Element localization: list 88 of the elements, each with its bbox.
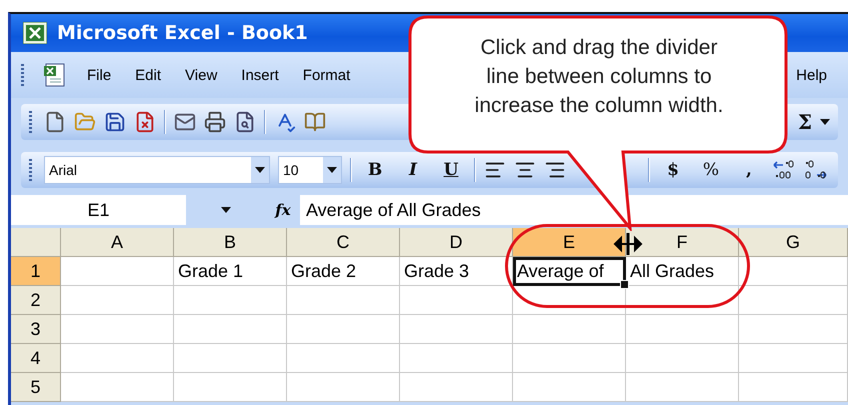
column-header[interactable]: G	[739, 228, 848, 257]
autosum-button[interactable]: Σ	[798, 110, 812, 134]
underline-button[interactable]: U	[436, 157, 466, 183]
column-header[interactable]: A	[61, 228, 174, 257]
table-cell[interactable]	[287, 344, 400, 373]
menu-item[interactable]: Edit	[130, 62, 166, 88]
dropdown-icon[interactable]	[327, 167, 337, 173]
menu-item[interactable]: File	[82, 62, 116, 88]
column-header[interactable]: D	[400, 228, 513, 257]
table-cell[interactable]	[513, 286, 626, 315]
column-header[interactable]: B	[174, 228, 287, 257]
permission-icon[interactable]	[134, 111, 156, 133]
table-cell[interactable]	[513, 344, 626, 373]
table-cell[interactable]	[61, 373, 174, 402]
research-icon[interactable]	[304, 111, 326, 133]
spreadsheet-app-icon	[23, 22, 47, 44]
callout-text: Click and drag the divider line between columns to increase the column width.	[474, 35, 724, 119]
new-icon[interactable]	[44, 111, 66, 133]
table-cell[interactable]	[287, 373, 400, 402]
function-button[interactable]: fx	[266, 201, 300, 219]
cell-text: All Grades	[630, 260, 714, 282]
table-cell[interactable]: Grade 1	[174, 257, 287, 286]
save-icon[interactable]	[104, 111, 126, 133]
decrease-decimal-icon[interactable]	[804, 159, 828, 181]
select-all-corner[interactable]	[11, 228, 61, 257]
table-cell[interactable]	[626, 315, 739, 344]
table-cell[interactable]	[174, 286, 287, 315]
window-title: Microsoft Excel - Book1	[57, 22, 308, 44]
menu-item[interactable]: Insert	[236, 62, 284, 88]
menu-item[interactable]: View	[180, 62, 222, 88]
table-cell[interactable]	[400, 344, 513, 373]
column-header[interactable]: C	[287, 228, 400, 257]
table-cell[interactable]	[626, 286, 739, 315]
table-cell[interactable]	[626, 373, 739, 402]
table-cell[interactable]	[739, 315, 848, 344]
table-cell[interactable]	[287, 286, 400, 315]
table-cell[interactable]	[739, 344, 848, 373]
menu-item[interactable]: Format	[298, 62, 356, 88]
cell-text: Average of	[517, 260, 604, 282]
cell-text: Grade 1	[178, 260, 244, 282]
table-cell[interactable]	[174, 315, 287, 344]
table-cell[interactable]	[739, 373, 848, 402]
italic-button[interactable]: I	[398, 157, 428, 183]
table-cell[interactable]: All Grades	[626, 257, 739, 286]
comma-style-button[interactable]: ,	[734, 157, 764, 183]
table-cell[interactable]	[400, 315, 513, 344]
percent-style-button[interactable]: %	[696, 157, 726, 183]
fill-handle[interactable]	[620, 280, 629, 289]
table-cell[interactable]	[61, 344, 174, 373]
name-box[interactable]: E1	[11, 195, 186, 225]
table-cell[interactable]	[61, 315, 174, 344]
column-header[interactable]: E	[513, 228, 626, 257]
table-cell[interactable]: Grade 3	[400, 257, 513, 286]
table-cell[interactable]	[61, 257, 174, 286]
cell-text: Grade 3	[404, 260, 470, 282]
preview-icon[interactable]	[234, 111, 256, 133]
row-header[interactable]: 5	[11, 373, 61, 402]
bold-button[interactable]: B	[360, 157, 390, 183]
increase-decimal-icon[interactable]	[772, 159, 796, 181]
currency-style-button[interactable]: $	[658, 157, 688, 183]
row-header[interactable]: 4	[11, 344, 61, 373]
row-header[interactable]: 2	[11, 286, 61, 315]
row-header[interactable]: 1	[11, 257, 61, 286]
table-cell[interactable]	[513, 373, 626, 402]
resize-cursor-icon	[612, 233, 644, 255]
table-cell[interactable]	[739, 286, 848, 315]
font-size-select[interactable]: 10	[278, 156, 342, 184]
row-header[interactable]: 3	[11, 315, 61, 344]
print-icon[interactable]	[204, 111, 226, 133]
table-cell[interactable]	[400, 373, 513, 402]
table-cell[interactable]	[513, 315, 626, 344]
table-cell[interactable]	[61, 286, 174, 315]
dropdown-icon[interactable]	[221, 207, 231, 213]
table-cell[interactable]: Grade 2	[287, 257, 400, 286]
cell-text: Grade 2	[291, 260, 356, 282]
table-cell[interactable]: Average of	[513, 257, 626, 286]
email-icon[interactable]	[174, 111, 196, 133]
formula-field[interactable]: Average of All Grades	[300, 195, 848, 225]
table-cell[interactable]	[174, 344, 287, 373]
menu-item[interactable]: Help	[791, 62, 832, 88]
table-cell[interactable]	[174, 373, 287, 402]
table-cell[interactable]	[287, 315, 400, 344]
open-icon[interactable]	[74, 111, 96, 133]
table-cell[interactable]	[626, 344, 739, 373]
dropdown-icon[interactable]	[255, 167, 265, 173]
font-select[interactable]: Arial	[44, 156, 270, 184]
dropdown-icon[interactable]	[820, 119, 830, 125]
table-cell[interactable]	[739, 257, 848, 286]
